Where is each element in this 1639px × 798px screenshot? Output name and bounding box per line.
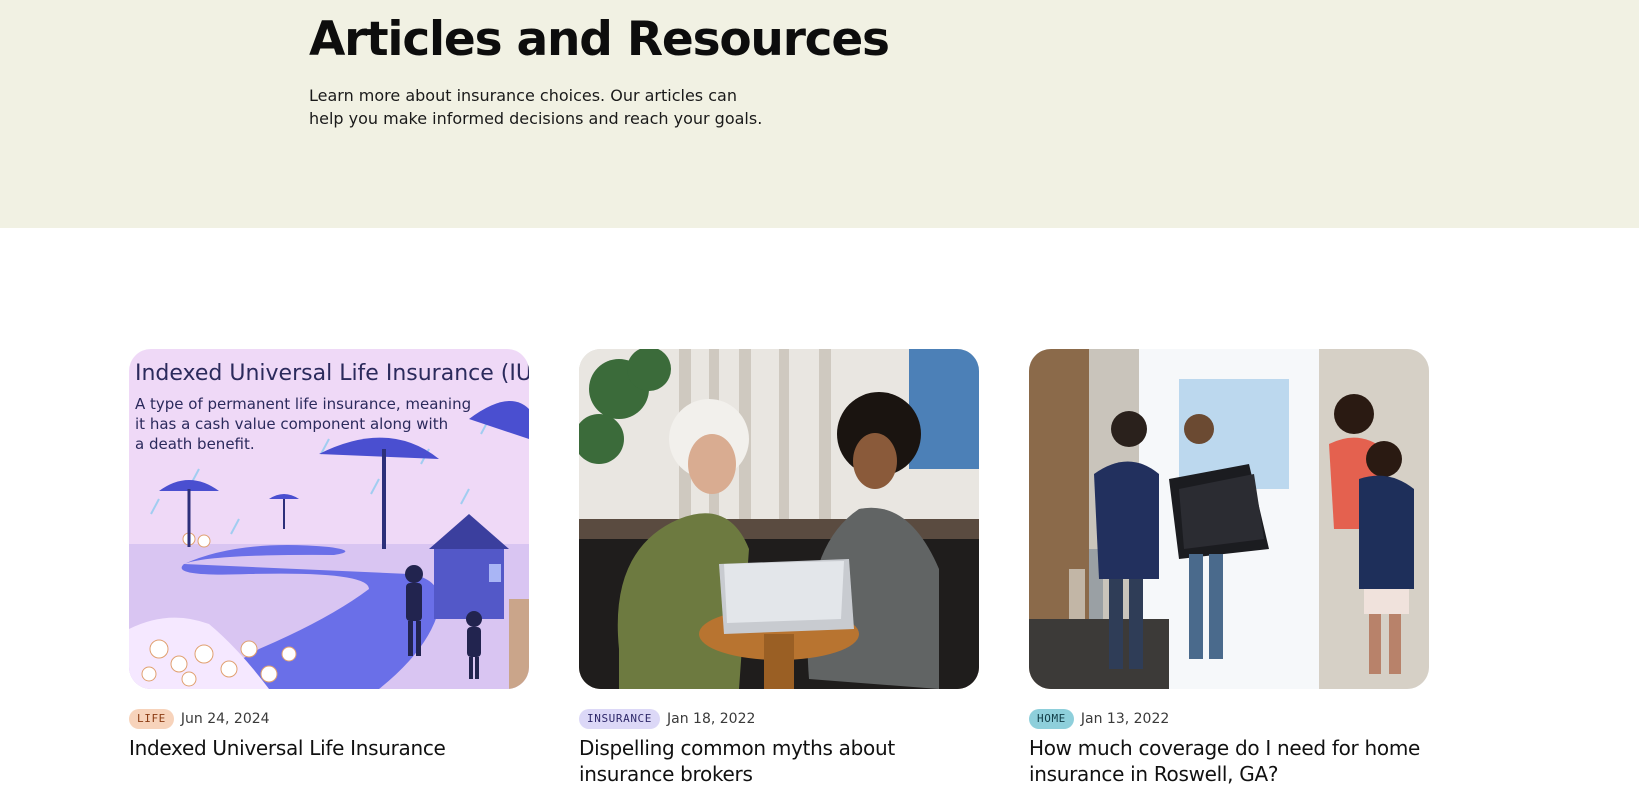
article-card[interactable]: HOME Jan 13, 2022 How much coverage do I…	[1029, 349, 1429, 787]
article-thumbnail-home[interactable]	[1029, 349, 1429, 689]
page-description: Learn more about insurance choices. Our …	[309, 86, 763, 128]
article-card[interactable]: INSURANCE Jan 18, 2022 Dispelling common…	[579, 349, 979, 787]
article-title-link[interactable]: How much coverage do I need for home ins…	[1029, 735, 1429, 787]
article-meta: LIFE Jun 24, 2024	[129, 708, 529, 729]
article-title-link[interactable]: Indexed Universal Life Insurance	[129, 735, 529, 761]
article-meta: HOME Jan 13, 2022	[1029, 708, 1429, 729]
article-thumbnail-iul[interactable]: Indexed Universal Life Insurance (IUL) A…	[129, 349, 529, 689]
article-title-link[interactable]: Dispelling common myths about insurance …	[579, 735, 979, 787]
category-tag[interactable]: HOME	[1029, 708, 1074, 729]
svg-text:it has a cash value component: it has a cash value component along with	[135, 415, 448, 433]
category-tag[interactable]: LIFE	[129, 708, 174, 729]
hero-banner: Articles and Resources Learn more about …	[0, 0, 1639, 228]
article-date: Jan 13, 2022	[1080, 710, 1170, 727]
svg-text:a death benefit.: a death benefit.	[135, 435, 255, 453]
category-tag[interactable]: INSURANCE	[579, 708, 661, 729]
article-date: Jun 24, 2024	[180, 710, 270, 727]
svg-text:Indexed Universal Life Insuran: Indexed Universal Life Insurance (IUL)	[135, 361, 529, 386]
article-meta: INSURANCE Jan 18, 2022	[579, 708, 979, 729]
article-card[interactable]: Indexed Universal Life Insurance (IUL) A…	[129, 349, 529, 761]
article-grid: Indexed Universal Life Insurance (IUL) A…	[129, 349, 1429, 798]
svg-text:A type of permanent life insur: A type of permanent life insurance, mean…	[135, 395, 471, 413]
article-thumbnail-brokers[interactable]	[579, 349, 979, 689]
article-date: Jan 18, 2022	[667, 710, 756, 727]
page-title: Articles and Resources	[309, 12, 890, 67]
